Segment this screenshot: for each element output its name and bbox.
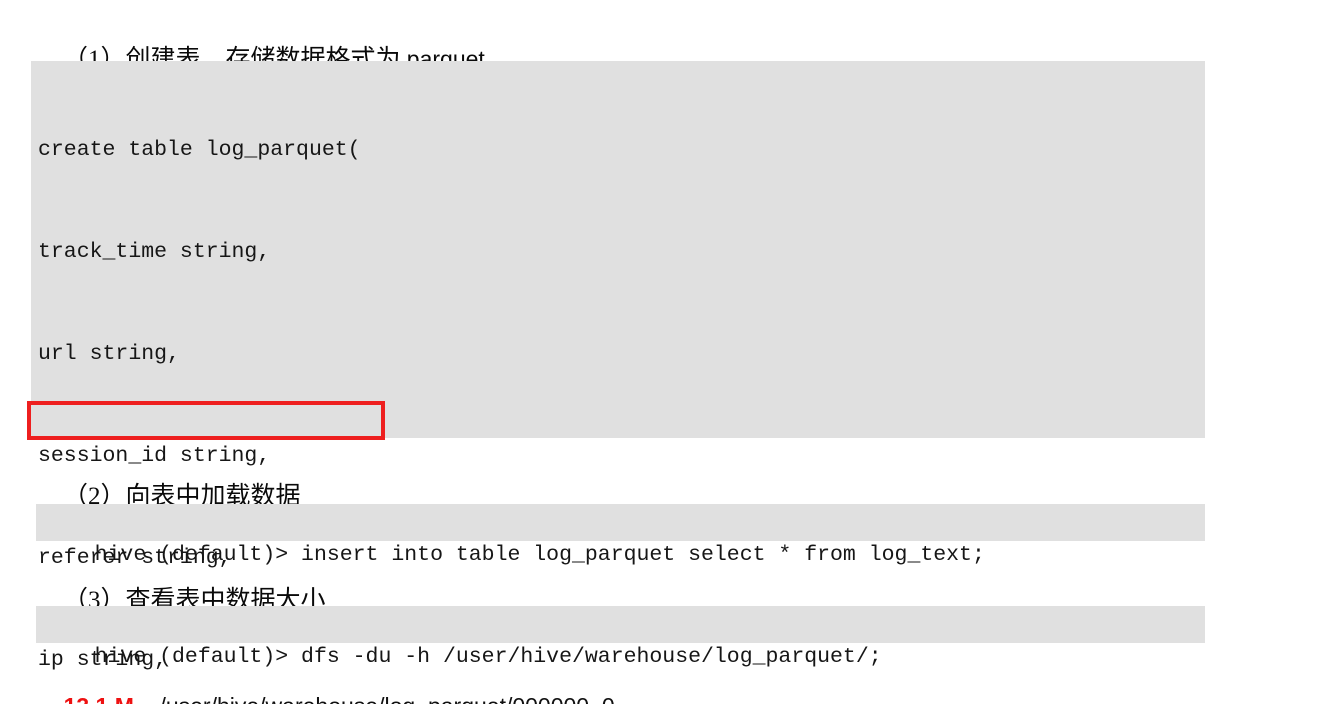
result-path: /user/hive/warehouse/log_parquet/000000_…: [159, 693, 614, 704]
code-line: track_time string,: [38, 240, 271, 264]
code-line: url string,: [38, 342, 180, 366]
insert-command-block: hive (default)> insert into table log_pa…: [36, 504, 1205, 567]
create-table-code-block: create table log_parquet( track_time str…: [31, 61, 1205, 672]
result-output-line: 13.1 M /user/hive/warehouse/log_parquet/…: [38, 661, 615, 704]
result-separator: [134, 693, 160, 704]
dfs-command-block: hive (default)> dfs -du -h /user/hive/wa…: [36, 606, 1205, 669]
code-line: create table log_parquet(: [38, 138, 361, 162]
result-size: 13.1 M: [64, 693, 134, 704]
document-page: （1）创建表，存储数据格式为 parquet create table log_…: [0, 0, 1340, 704]
